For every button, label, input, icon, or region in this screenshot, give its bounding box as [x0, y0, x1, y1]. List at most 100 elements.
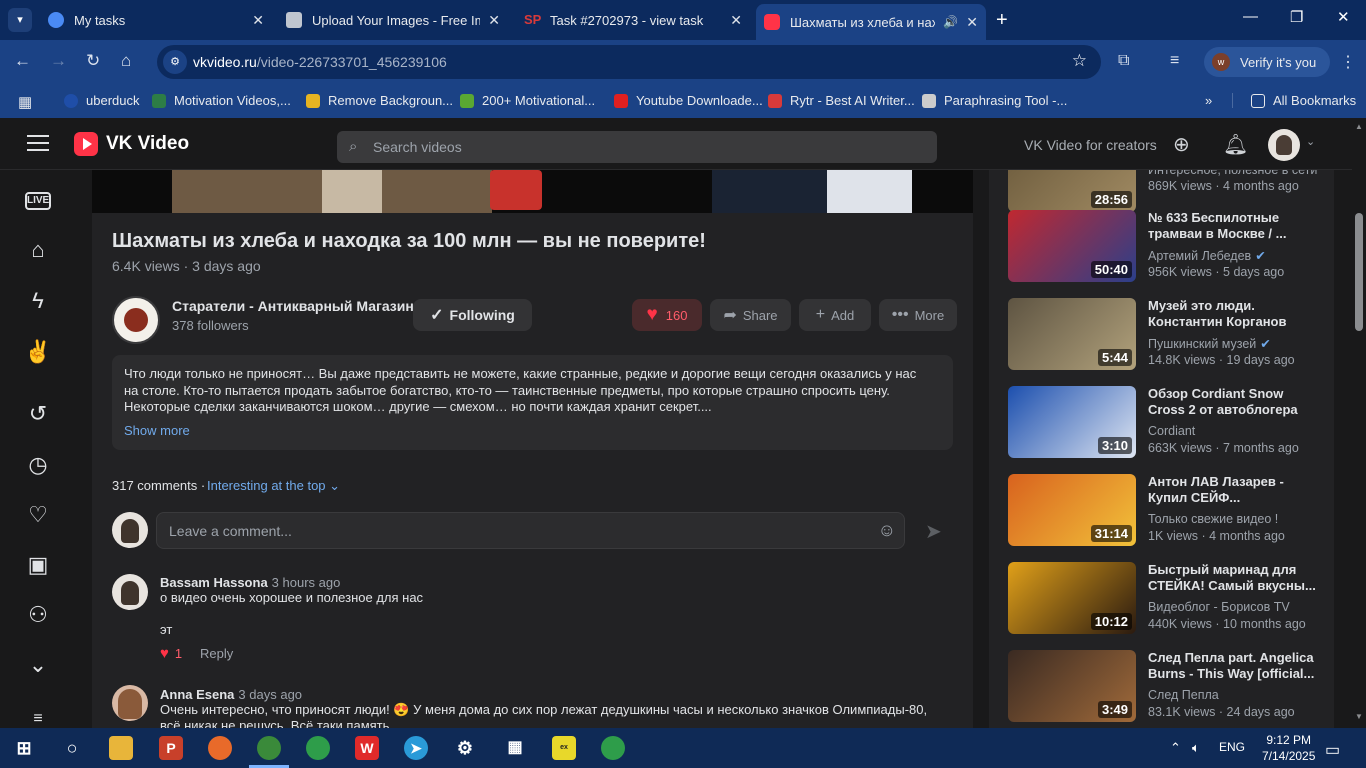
bookmark-200-motivational[interactable]: 200+ Motivational... — [460, 93, 595, 108]
bookmark-paraphrasing-tool[interactable]: Paraphrasing Tool -... — [922, 93, 1067, 108]
tab-audio-icon[interactable]: 🔊 — [943, 15, 958, 29]
channel-name[interactable]: Артемий Лебедев ✔ — [1148, 248, 1266, 263]
add-button[interactable]: + Add — [799, 299, 871, 331]
exness-icon[interactable]: ex — [552, 736, 576, 760]
tab-active-vk-video[interactable]: Шахматы из хлеба и наход 🔊 ✕ — [756, 4, 986, 40]
notifications-bell-icon[interactable]: 🔔︎ — [1223, 132, 1248, 157]
bookmark-youtube-downloader[interactable]: Youtube Downloade... — [614, 93, 763, 108]
comment-author-avatar[interactable] — [112, 574, 148, 610]
volume-muted-icon[interactable]: 🔈︎ — [1192, 740, 1200, 756]
tab-task-view[interactable]: SP Task #2702973 - view task ✕ — [516, 6, 750, 34]
address-url[interactable]: vkvideo.ru/video-226733701_456239106 — [193, 54, 447, 70]
video-thumbnail[interactable]: 3:49 — [1008, 650, 1136, 722]
hamburger-menu-icon[interactable] — [27, 135, 49, 151]
chrome-icon[interactable] — [306, 736, 330, 760]
close-tab-icon[interactable]: ✕ — [252, 12, 264, 29]
live-icon[interactable]: LIVE — [25, 192, 51, 210]
vk-video-for-creators-link[interactable]: VK Video for creators — [1024, 137, 1157, 153]
user-avatar[interactable] — [1268, 129, 1300, 161]
video-thumbnail[interactable]: 28:56 — [1008, 170, 1136, 212]
search-input[interactable]: ⌕ Search videos — [337, 131, 937, 163]
video-title[interactable]: № 633 Беспилотные трамваи в Москве / ... — [1148, 210, 1320, 242]
liked-heart-icon[interactable]: ♡ — [24, 501, 52, 529]
share-button[interactable]: ➦ Share — [710, 299, 791, 331]
site-info-icon[interactable]: ⚙ — [163, 50, 187, 74]
video-player[interactable] — [92, 170, 973, 213]
following-button[interactable]: ✓ Following — [413, 299, 532, 331]
video-title[interactable]: Обзор Cordiant Snow Cross 2 от автоблоге… — [1148, 386, 1320, 418]
close-tab-icon[interactable]: ✕ — [730, 12, 742, 29]
comment-author-avatar[interactable] — [112, 685, 148, 721]
emoji-icon[interactable]: ☺ — [878, 520, 896, 541]
all-bookmarks[interactable]: All Bookmarks — [1232, 93, 1356, 108]
video-title[interactable]: Музей это люди. Константин Корганов — [1148, 298, 1320, 330]
home-icon[interactable]: ⌂ — [121, 51, 131, 71]
like-button[interactable]: ♥ 160 — [632, 299, 702, 331]
tray-chevron-up-icon[interactable]: ⌃ — [1170, 740, 1181, 756]
more-button[interactable]: ••• More — [879, 299, 957, 331]
tab-my-tasks[interactable]: My tasks ✕ — [40, 6, 272, 34]
channel-name[interactable]: Видеоблог - Борисов TV — [1148, 600, 1290, 614]
channel-avatar[interactable] — [112, 296, 160, 344]
verify-profile-button[interactable]: w Verify it's you — [1204, 47, 1331, 77]
tab-list-chevron-down-icon[interactable]: ▾ — [8, 8, 32, 32]
page-scrollbar[interactable]: ▲ ▼ — [1352, 118, 1366, 728]
scrollbar-thumb[interactable] — [1355, 213, 1363, 331]
bookmark-uberduck[interactable]: uberduck — [64, 93, 139, 108]
video-thumbnail[interactable]: 10:12 — [1008, 562, 1136, 634]
comment-author[interactable]: Anna Esena 3 days ago — [160, 687, 302, 702]
tab-upload-images[interactable]: Upload Your Images - Free Imag ✕ — [278, 6, 508, 34]
windows-start-icon[interactable]: ⊞ — [12, 736, 36, 760]
comments-sort-dropdown[interactable]: Interesting at the top ⌄ — [207, 478, 340, 494]
calculator-icon[interactable]: ▦ — [503, 736, 527, 760]
chrome-icon-2[interactable] — [601, 736, 625, 760]
video-title[interactable]: Антон ЛАВ Лазарев - Купил СЕЙФ... — [1148, 474, 1320, 506]
recommended-video[interactable]: 3:10 Обзор Cordiant Snow Cross 2 от автоб… — [1008, 386, 1328, 460]
reply-button[interactable]: Reply — [200, 646, 233, 661]
show-more-link[interactable]: Show more — [124, 423, 941, 440]
video-title[interactable]: Интересное, полезное в сети — [1148, 170, 1320, 178]
bookmark-remove-background[interactable]: Remove Backgroun... — [306, 93, 453, 108]
subscriptions-icon[interactable]: ▣ — [24, 551, 52, 579]
apps-grid-icon[interactable]: ▦ — [18, 93, 32, 111]
video-thumbnail[interactable]: 50:40 — [1008, 210, 1136, 282]
comment-input[interactable]: Leave a comment... ☺ — [156, 512, 905, 549]
video-title[interactable]: Быстрый маринад для СТЕЙКА! Самый вкусны… — [1148, 562, 1320, 594]
groups-icon[interactable]: ⚇ — [24, 601, 52, 629]
recommended-video[interactable]: 50:40 № 633 Беспилотные трамваи в Москве … — [1008, 210, 1328, 284]
media-controls-icon[interactable]: ≡ — [1170, 52, 1179, 70]
telegram-icon[interactable]: ➤ — [404, 736, 428, 760]
close-tab-icon[interactable]: ✕ — [488, 12, 500, 29]
close-tab-icon[interactable]: ✕ — [966, 14, 978, 31]
close-window-icon[interactable]: ✕ — [1337, 8, 1350, 26]
firefox-icon[interactable] — [208, 736, 232, 760]
watch-later-clock-icon[interactable]: ◷ — [24, 451, 52, 479]
video-thumbnail[interactable]: 3:10 — [1008, 386, 1136, 458]
send-comment-icon[interactable]: ➤ — [925, 519, 942, 544]
account-chevron-down-icon[interactable]: ⌄ — [1306, 135, 1315, 148]
video-thumbnail[interactable]: 5:44 — [1008, 298, 1136, 370]
comment-author[interactable]: Bassam Hassona 3 hours ago — [160, 575, 340, 590]
comment-like-button[interactable]: ♥ 1 — [160, 645, 182, 662]
clips-icon[interactable]: ✌ — [24, 338, 52, 366]
browser-menu-icon[interactable]: ⋮ — [1340, 52, 1356, 72]
system-clock[interactable]: 9:12 PM 7/14/2025 — [1262, 732, 1315, 764]
vk-video-logo[interactable]: VK Video — [74, 132, 189, 156]
recommended-video[interactable]: 10:12 Быстрый маринад для СТЕЙКА! Самый в… — [1008, 562, 1328, 636]
chrome-profile-icon[interactable] — [257, 736, 281, 760]
wps-presentation-icon[interactable]: P — [159, 736, 183, 760]
upload-plus-icon[interactable]: ⊕ — [1173, 132, 1190, 157]
file-explorer-icon[interactable] — [109, 736, 133, 760]
lightning-icon[interactable]: ϟ — [24, 287, 52, 315]
channel-name[interactable]: Пушкинский музей ✔ — [1148, 336, 1271, 351]
recommended-video[interactable]: 3:49 След Пепла part. Angelica Burns - Th… — [1008, 650, 1328, 724]
wps-office-icon[interactable]: W — [355, 736, 379, 760]
channel-name[interactable]: Только свежие видео ! — [1148, 512, 1278, 526]
bookmark-motivation-videos[interactable]: Motivation Videos,... — [152, 93, 291, 108]
reload-icon[interactable]: ↻ — [86, 51, 100, 71]
channel-name[interactable]: Старатели - Антикварный Магазин — [172, 298, 414, 314]
more-bookmarks-chevron-icon[interactable]: » — [1205, 93, 1212, 108]
input-language[interactable]: ENG — [1219, 740, 1245, 754]
video-title[interactable]: След Пепла part. Angelica Burns - This W… — [1148, 650, 1320, 682]
minimize-icon[interactable]: — — [1243, 8, 1258, 25]
